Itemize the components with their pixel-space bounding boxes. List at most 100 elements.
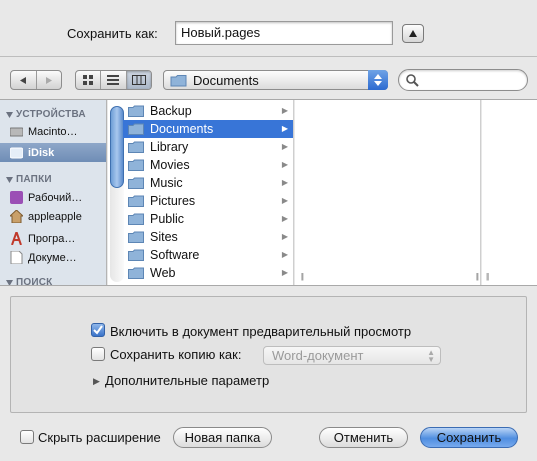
folder-row[interactable]: Public ▶ [123,210,293,228]
chevron-right-icon: ▶ [281,160,288,169]
folder-name: Music [150,176,183,190]
sidebar-item-idisk[interactable]: iDisk [0,143,106,162]
cancel-button[interactable]: Отменить [319,427,408,448]
file-name-field[interactable]: Новый.pages [175,21,393,45]
sidebar-item-macintosh-hd[interactable]: Macinto… [0,122,106,141]
folder-row[interactable]: Movies ▶ [123,156,293,174]
chevron-right-icon: ▶ [281,250,288,259]
view-mode-control[interactable] [75,70,152,90]
folder-icon [170,74,187,86]
copy-format-popup[interactable]: Word-документ ▲ ▼ [263,346,441,365]
popup-arrows-icon: ▲ ▼ [427,348,435,364]
icon-view-icon [82,75,93,85]
idisk-icon [10,147,23,159]
save-copy-checkbox[interactable] [91,347,105,361]
folder-row[interactable]: Web ▶ [123,264,293,282]
chevron-right-icon: ▶ [281,214,288,223]
folder-row[interactable]: Software ▶ [123,246,293,264]
location-popup[interactable]: Documents [163,70,388,90]
folder-name: Backup [150,104,192,118]
disclosure-triangle-icon [6,176,13,183]
list-view-button[interactable] [101,71,127,89]
folder-icon [128,123,144,135]
chevron-right-icon: ▶ [281,196,288,205]
folder-row[interactable]: Documents ▶ [123,120,293,138]
folder-name: Software [150,248,200,262]
chevron-right-icon: ▶ [281,178,288,187]
folder-name: Sites [150,230,178,244]
back-arrow-icon [20,76,27,84]
disclosure-triangle-icon[interactable]: ▶ [93,376,100,387]
scroll-thumb[interactable] [110,106,124,188]
chevron-right-icon: ▶ [281,268,288,277]
column-resize-handle[interactable]: || [301,272,304,281]
save-as-label: Сохранить как: [67,26,158,41]
folder-icon [128,267,144,279]
column-view-button[interactable] [126,71,151,89]
folder-icon [128,231,144,243]
checkmark-icon [93,325,103,335]
forward-arrow-icon [45,76,52,84]
include-preview-label: Включить в документ предварительный прос… [110,324,412,339]
back-button[interactable] [11,71,37,89]
folder-name: Web [150,266,176,280]
browser-column-3[interactable]: || [482,100,537,285]
sidebar-section-devices[interactable]: УСТРОЙСТВА [6,109,86,120]
magnifier-icon [406,74,419,87]
forward-button[interactable] [37,71,62,89]
folder-icon [128,141,144,153]
vertical-scrollbar[interactable] [110,106,124,282]
folder-row[interactable]: Backup ▶ [123,102,293,120]
sidebar: УСТРОЙСТВА Macinto… iDisk ПАПКИ Рабочий…… [0,100,107,285]
sidebar-item-label: Рабочий… [28,191,83,204]
sidebar-item-documents[interactable]: Докуме… [0,248,106,267]
divider [0,285,537,286]
sidebar-section-search[interactable]: ПОИСК [6,277,52,285]
new-folder-button[interactable]: Новая папка [173,427,272,448]
folder-icon [128,213,144,225]
folder-icon [128,105,144,117]
sidebar-item-label: Програ… [28,232,76,245]
icon-view-button[interactable] [76,71,102,89]
folder-row[interactable]: Pictures ▶ [123,192,293,210]
browser-column-2[interactable]: || || [295,100,481,285]
folder-name: Documents [150,122,214,136]
folder-name: Movies [150,158,190,172]
sidebar-item-label: appleapple [28,210,82,223]
hide-extension-checkbox[interactable] [20,430,34,444]
sidebar-item-home[interactable]: appleapple [0,207,106,226]
sidebar-section-title: ПОИСК [16,277,53,285]
chevron-right-icon: ▶ [281,106,288,115]
triangle-up-icon [409,30,417,37]
folder-name: Library [150,140,189,154]
folder-icon [128,159,144,171]
location-label: Documents [193,72,259,88]
back-forward-control[interactable] [10,70,62,90]
applications-icon [11,232,22,245]
folder-row[interactable]: Music ▶ [123,174,293,192]
divider [0,56,537,57]
sidebar-section-title: ПАПКИ [16,174,52,185]
collapse-browser-button[interactable] [402,24,424,43]
folder-row[interactable]: Sites ▶ [123,228,293,246]
chevron-right-icon: ▶ [281,142,288,151]
advanced-options-label[interactable]: Дополнительные параметр [105,373,269,388]
sidebar-item-desktop[interactable]: Рабочий… [0,188,106,207]
column-resize-handle[interactable]: || [476,272,479,281]
documents-icon [10,251,23,264]
folder-icon [128,195,144,207]
sidebar-item-applications[interactable]: Програ… [0,229,106,248]
copy-format-value: Word-документ [272,348,364,363]
browser-column-1[interactable]: Backup ▶ Documents ▶ Library ▶ Movies ▶ Music ▶ Pi… [108,100,294,285]
sidebar-section-places[interactable]: ПАПКИ [6,174,52,185]
save-button[interactable]: Сохранить [420,427,518,448]
disclosure-triangle-icon [6,111,13,118]
desktop-icon [10,191,23,204]
folder-icon [128,177,144,189]
folder-row[interactable]: Library ▶ [123,138,293,156]
column-resize-handle[interactable]: || [486,272,489,281]
chevron-right-icon: ▶ [281,124,288,133]
folder-icon [128,249,144,261]
search-field[interactable] [398,69,528,91]
include-preview-checkbox[interactable] [91,323,105,337]
